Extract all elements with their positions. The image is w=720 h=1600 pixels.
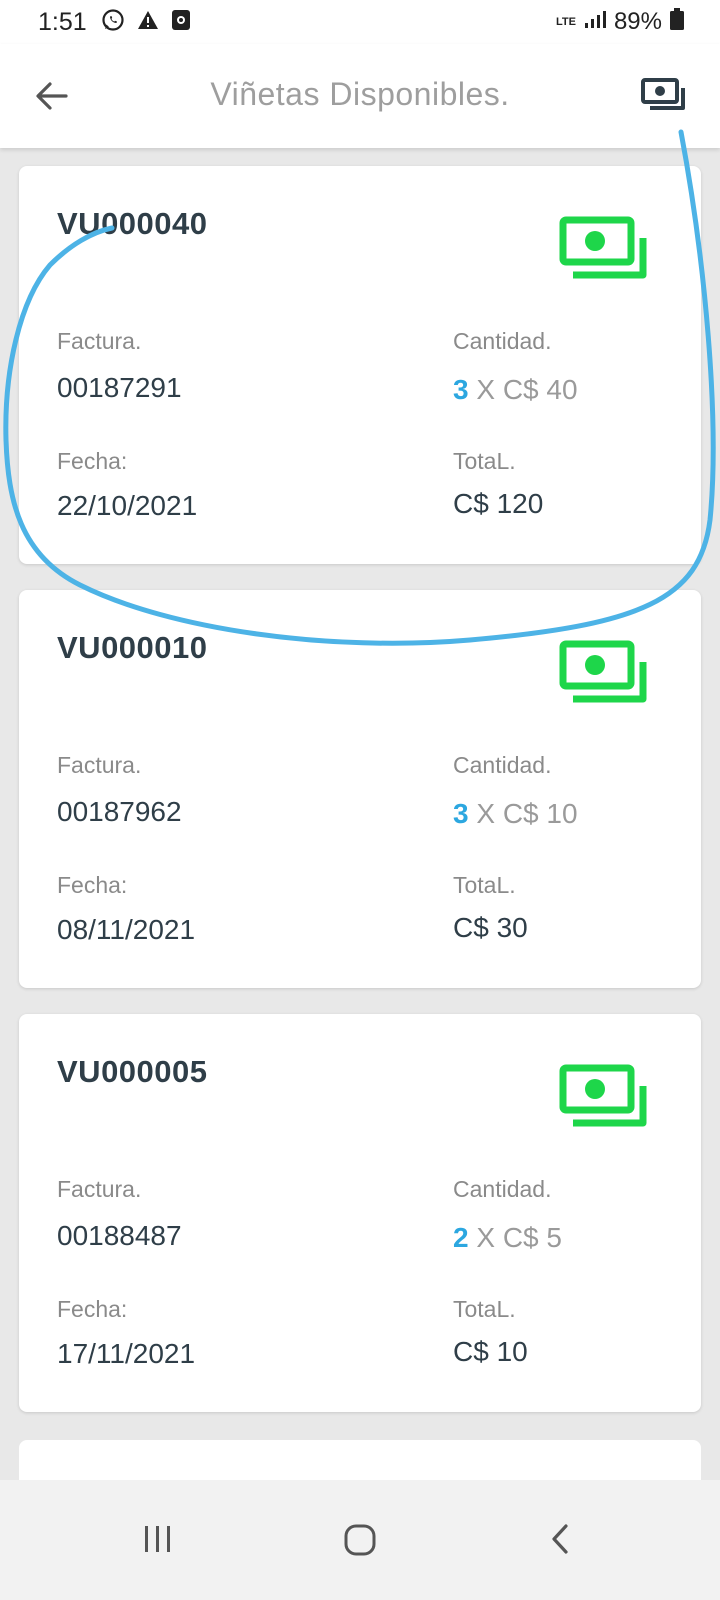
- home-button[interactable]: [330, 1510, 390, 1570]
- cantidad-value: 3 X C$ 10: [453, 798, 578, 830]
- total-label: TotaL.: [453, 448, 516, 474]
- quantity: 3: [453, 374, 469, 405]
- status-bar: 1:51 LTE 89%: [0, 0, 720, 44]
- factura-value: 00188487: [57, 1220, 182, 1251]
- fecha-label: Fecha:: [57, 1296, 128, 1322]
- battery-icon: [670, 7, 684, 37]
- unit-price: X C$ 5: [468, 1222, 562, 1253]
- nav-back-icon: [552, 1524, 568, 1554]
- system-nav-bar: [0, 1480, 720, 1600]
- vignette-card[interactable]: VU000010 Factura. 00187962 Cantidad. 3 X…: [19, 590, 701, 988]
- battery-level: 89%: [613, 8, 662, 35]
- factura-label: Factura.: [57, 328, 142, 354]
- screen: 1:51 LTE 89% Viñetas Disponibles. VU0000…: [0, 0, 720, 1600]
- signal-icon: [584, 8, 606, 36]
- recents-icon: [145, 1526, 170, 1552]
- total-value: C$ 30: [453, 912, 528, 943]
- unit-price: X C$ 40: [468, 374, 578, 405]
- fecha-value: 22/10/2021: [57, 490, 198, 521]
- quantity: 3: [453, 798, 469, 829]
- factura-label: Factura.: [57, 752, 142, 778]
- cantidad-label: Cantidad.: [453, 1176, 552, 1202]
- fecha-value: 17/11/2021: [57, 1338, 196, 1369]
- warning-icon: [137, 9, 159, 36]
- money-stack-icon: [559, 640, 647, 703]
- money-stack-icon: [559, 216, 647, 279]
- vignette-card[interactable]: VU000040 Factura. 00187291 Cantidad. 3 X…: [19, 166, 701, 564]
- cantidad-value: 2 X C$ 5: [453, 1222, 562, 1254]
- fecha-label: Fecha:: [57, 872, 128, 898]
- whatsapp-icon: [101, 8, 125, 37]
- factura-value: 00187291: [57, 372, 182, 403]
- cantidad-label: Cantidad.: [453, 328, 552, 354]
- page-title: Viñetas Disponibles.: [210, 76, 510, 112]
- nav-back-button[interactable]: [532, 1510, 592, 1570]
- quantity: 2: [453, 1222, 469, 1253]
- money-stack-icon: [641, 78, 685, 110]
- total-value: C$ 10: [453, 1336, 528, 1367]
- total-label: TotaL.: [453, 1296, 516, 1322]
- vignette-code: VU000010: [57, 630, 208, 665]
- notification-icons: [101, 8, 191, 37]
- total-label: TotaL.: [453, 872, 516, 898]
- network-type: LTE: [555, 16, 576, 28]
- status-right: LTE 89%: [555, 7, 684, 37]
- fecha-label: Fecha:: [57, 448, 128, 474]
- cantidad-label: Cantidad.: [453, 752, 552, 778]
- vignette-code: VU000005: [57, 1054, 208, 1089]
- unit-price: X C$ 10: [468, 798, 578, 829]
- recents-button[interactable]: [128, 1510, 188, 1570]
- factura-label: Factura.: [57, 1176, 142, 1202]
- vignette-list: VU000040 Factura. 00187291 Cantidad. 3 X…: [0, 148, 720, 1508]
- money-action-button[interactable]: [640, 74, 690, 118]
- vignette-card[interactable]: VU000005 Factura. 00188487 Cantidad. 2 X…: [19, 1014, 701, 1412]
- factura-value: 00187962: [57, 796, 182, 827]
- app-bar: Viñetas Disponibles.: [0, 44, 720, 148]
- vignette-code: VU000040: [57, 206, 208, 241]
- status-time: 1:51: [38, 7, 87, 36]
- total-value: C$ 120: [453, 488, 544, 519]
- money-stack-icon: [559, 1064, 647, 1127]
- media-icon: [171, 9, 191, 36]
- home-icon: [344, 1524, 376, 1556]
- fecha-value: 08/11/2021: [57, 914, 196, 945]
- cantidad-value: 3 X C$ 40: [453, 374, 578, 406]
